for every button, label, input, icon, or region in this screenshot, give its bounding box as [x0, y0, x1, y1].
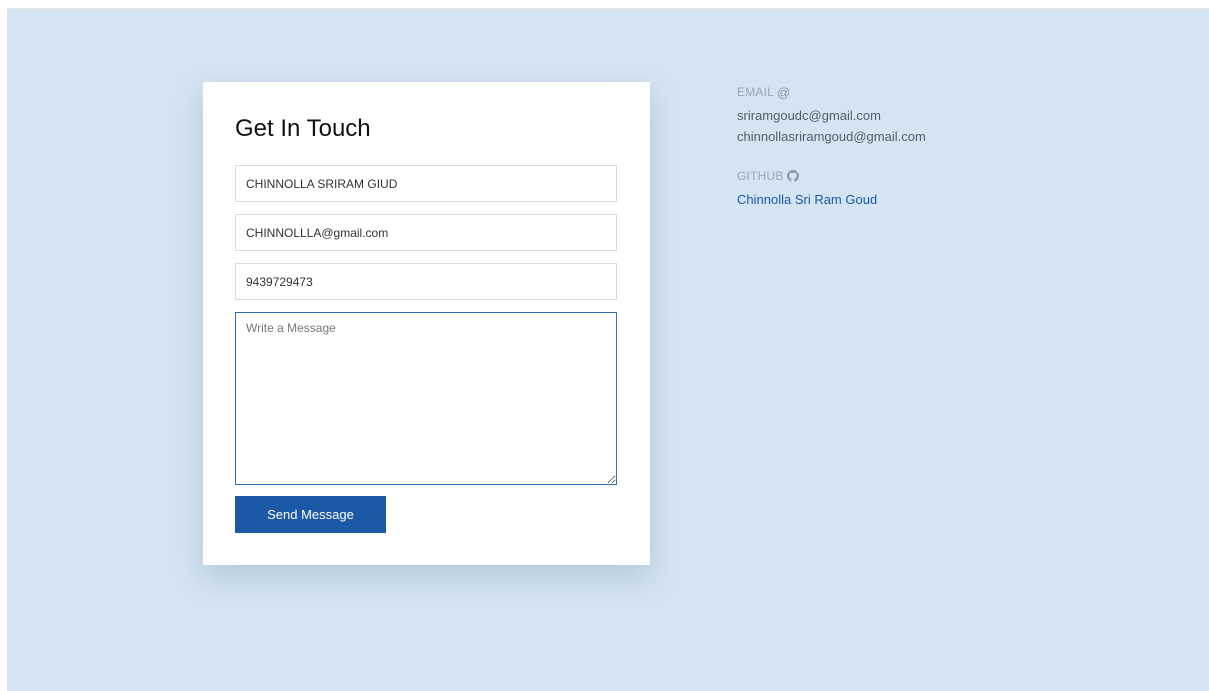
- github-label: GITHUB: [737, 169, 926, 183]
- github-profile-link[interactable]: Chinnolla Sri Ram Goud: [737, 192, 877, 207]
- email-input[interactable]: [235, 214, 617, 251]
- message-textarea[interactable]: [235, 312, 617, 485]
- page-background: Get In Touch Send Message EMAIL @ sriram…: [7, 8, 1209, 691]
- contact-form-card: Get In Touch Send Message: [203, 82, 650, 565]
- name-input[interactable]: [235, 165, 617, 202]
- email-address-1: sriramgoudc@gmail.com: [737, 108, 881, 123]
- contact-info: EMAIL @ sriramgoudc@gmail.com chinnollas…: [737, 85, 926, 210]
- email-label-text: EMAIL: [737, 85, 775, 99]
- github-label-text: GITHUB: [737, 169, 784, 183]
- email-address-2: chinnollasriramgoud@gmail.com: [737, 129, 926, 144]
- github-section: GITHUB Chinnolla Sri Ram Goud: [737, 169, 926, 210]
- email-section: EMAIL @ sriramgoudc@gmail.com chinnollas…: [737, 85, 926, 147]
- email-label: EMAIL @: [737, 84, 926, 100]
- send-message-button[interactable]: Send Message: [235, 496, 386, 533]
- github-icon: [786, 170, 799, 182]
- at-icon: @: [777, 84, 791, 100]
- phone-input[interactable]: [235, 263, 617, 300]
- form-title: Get In Touch: [235, 115, 371, 142]
